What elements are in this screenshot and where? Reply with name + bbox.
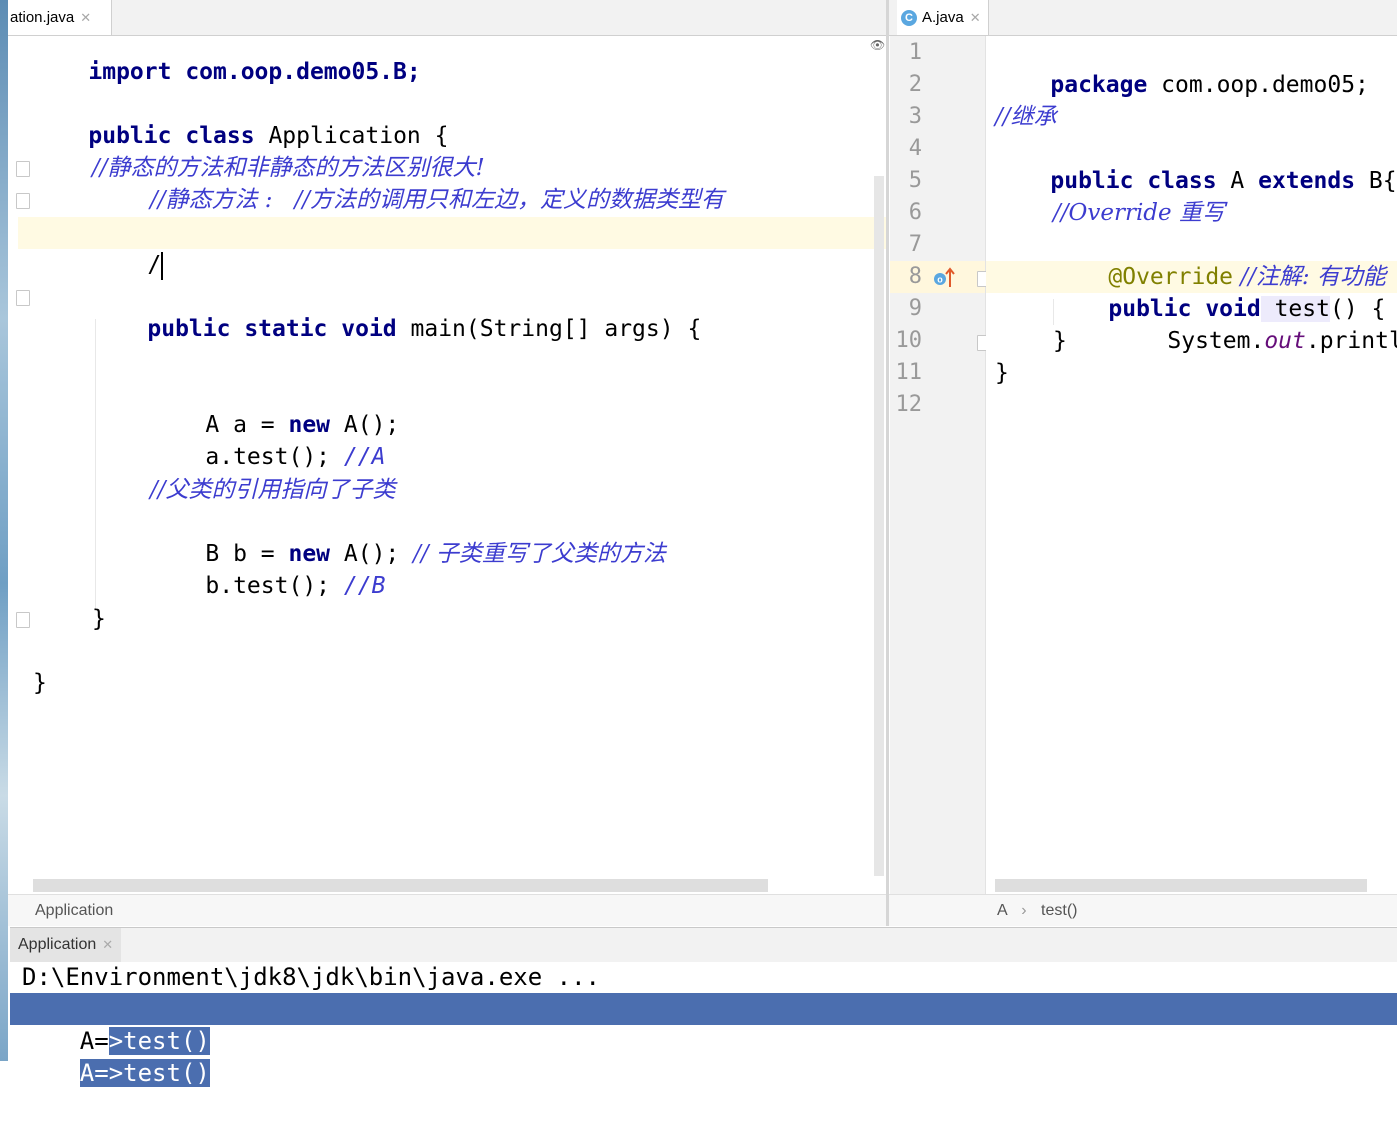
right-editor[interactable]: package com.oop.demo05; //继承 public clas… [986, 36, 1397, 894]
line-number: 11 [895, 360, 923, 385]
class-rest: B{ [1355, 168, 1397, 194]
close-icon[interactable]: ✕ [102, 937, 113, 953]
a-test-comment: //A [343, 444, 386, 470]
run-tool-window-header: Application ✕ [10, 927, 1397, 963]
line-number: 8 [908, 264, 922, 289]
tab-application-java[interactable]: ation.java ✕ [8, 0, 112, 35]
code-line-import: import com.oop.demo05.B; [33, 36, 420, 85]
import-statement: import com.oop.demo05.B; [88, 59, 421, 85]
close-icon[interactable]: ✕ [970, 10, 981, 26]
code-line-close-class: } [33, 670, 47, 696]
class-name-a: A [1216, 168, 1259, 194]
code-comment-override: //Override 重写 [1053, 200, 1225, 226]
code-comment-static: //静态的方法和非静态的方法区别很大! [92, 155, 485, 181]
svg-text:o: o [937, 275, 943, 285]
console-line-output-2: A=>test() [22, 1025, 210, 1087]
right-breadcrumb: A › test() [889, 894, 1397, 926]
override-method-icon[interactable]: o [932, 265, 956, 289]
typed-slash: / [147, 252, 162, 278]
line-number: 3 [908, 104, 922, 129]
line-number: 1 [908, 40, 922, 65]
code-line-close-method: } [1053, 328, 1067, 354]
code-line-a-test: a.test(); //A [150, 409, 385, 470]
tab-label: ation.java [10, 9, 75, 26]
line-number: 2 [908, 72, 922, 97]
class-c-icon: C [901, 9, 917, 26]
line-number: 10 [895, 328, 923, 353]
b-decl-comment: // 子类重写了父类的方法 [413, 541, 666, 567]
tab-run-application[interactable]: Application ✕ [10, 928, 122, 962]
run-tab-label: Application [18, 936, 97, 953]
code-line-package: package com.oop.demo05; [995, 37, 1369, 98]
println-post: .println( [1305, 328, 1397, 354]
run-console[interactable]: D:\Environment\jdk8\jdk\bin\java.exe ...… [10, 962, 1397, 1087]
code-line-close-method: } [92, 606, 106, 632]
code-line-typing: / [92, 217, 164, 280]
code-line-b-test: b.test(); //B [150, 538, 385, 599]
fold-marker-icon[interactable] [16, 612, 30, 628]
line-number: 12 [895, 392, 923, 417]
code-comment-parent-ref: //父类的引用指向了子类 [150, 477, 396, 503]
code-comment-static-method: //静态方法 : //方法的调用只和左边，定义的数据类型有 [150, 187, 724, 213]
keyword-public: public [88, 123, 172, 149]
horizontal-scrollbar[interactable] [995, 879, 1367, 892]
output-selected: A=>test() [79, 1059, 210, 1087]
println-pre: System. [1167, 328, 1265, 354]
editor-split-divider[interactable] [886, 0, 889, 926]
console-line-output-1: A=>test() [22, 993, 210, 1055]
indent-guide [1053, 299, 1054, 325]
breadcrumb-method[interactable]: test() [1041, 902, 1077, 919]
tab-label: A.java [922, 9, 964, 26]
line-number: 5 [908, 168, 922, 193]
code-line-annotation: @Override //注解: 有功能 [1053, 229, 1386, 290]
desktop-background-strip [0, 0, 8, 1061]
code-line-method: public void test() { [1053, 261, 1385, 322]
keyword-public-class: public class [1050, 168, 1217, 194]
code-line-class: public class Application { [33, 88, 448, 149]
eye-icon[interactable]: 👁 [870, 38, 885, 52]
close-icon[interactable]: ✕ [80, 10, 91, 26]
breadcrumb-separator-icon: › [1021, 902, 1027, 919]
class-name: Application { [268, 123, 449, 149]
breadcrumb-class[interactable]: Application [35, 902, 113, 919]
b-test-comment: //B [343, 573, 386, 599]
code-line-main: public static void main(String[] args) { [92, 281, 701, 342]
left-breadcrumb[interactable]: Application [8, 894, 886, 926]
a-test-call: a.test(); [205, 444, 344, 470]
keyword-package: package [1050, 72, 1148, 98]
fold-marker-icon[interactable] [16, 193, 30, 209]
fold-marker-icon[interactable] [16, 161, 30, 177]
code-line-b-decl: B b = new A(); // 子类重写了父类的方法 [150, 506, 666, 567]
code-line-a-decl: A a = new A(); [150, 377, 399, 438]
left-tab-bar: ation.java ✕ [8, 0, 886, 36]
code-comment-inherit: //继承 [995, 104, 1057, 130]
console-selection-row [10, 993, 1397, 1025]
code-line-close-class: } [995, 360, 1009, 386]
keyword-extends: extends [1258, 168, 1356, 194]
b-test-call: b.test(); [205, 573, 344, 599]
keyword-class: class [185, 123, 255, 149]
right-tab-bar: C A.java ✕ [889, 0, 1397, 36]
line-number: 6 [908, 200, 922, 225]
line-number: 7 [908, 232, 922, 257]
text-caret [161, 251, 164, 280]
left-editor[interactable]: 👁 import com.oop.demo05.B; public class … [8, 36, 886, 894]
right-gutter: 1 2 3 4 5 6 7 8 9 10 11 12 o [890, 36, 991, 894]
package-name: com.oop.demo05; [1147, 72, 1369, 98]
line-number: 4 [908, 136, 922, 161]
main-signature: main(String[] args) { [410, 316, 702, 342]
code-line-println: System.out.println( [1112, 293, 1397, 354]
tab-a-java[interactable]: C A.java ✕ [897, 0, 989, 35]
console-line-command: D:\Environment\jdk8\jdk\bin\java.exe ... [22, 963, 600, 991]
code-line-class-a: public class A extends B{ [995, 133, 1396, 194]
println-out: out [1264, 328, 1306, 354]
vertical-scrollbar[interactable] [874, 176, 884, 876]
horizontal-scrollbar[interactable] [33, 879, 768, 892]
main-keywords: public static void [147, 316, 397, 342]
breadcrumb-class[interactable]: A [997, 902, 1007, 919]
line-number: 9 [908, 296, 922, 321]
fold-marker-icon[interactable] [16, 290, 30, 306]
